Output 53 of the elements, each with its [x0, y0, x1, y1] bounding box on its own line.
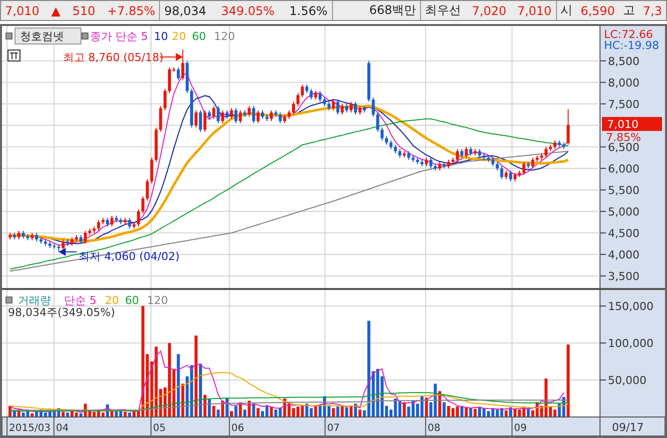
axis-label: 100,000	[608, 337, 654, 350]
date-label: 05	[152, 423, 166, 434]
legend-label: 20	[172, 30, 186, 43]
high-price-note: 최고 8,760 (05/18)	[62, 51, 164, 64]
legend-label: 20	[105, 294, 119, 307]
axis-label: 4,000	[608, 248, 640, 262]
stock-tab[interactable]: 청호컴넷	[14, 28, 82, 44]
ask-price: 7,020	[472, 4, 506, 18]
axis-label: 50,000	[608, 374, 646, 387]
legend-label: 120	[147, 294, 168, 307]
price-change: 510	[72, 4, 96, 18]
open-label: 시	[560, 2, 573, 19]
legend-label: 60	[125, 294, 139, 307]
axis-label: 5,500	[608, 184, 640, 197]
date-label: 08	[428, 423, 440, 434]
date-label: 04	[56, 423, 69, 434]
axis-label: 150,000	[608, 300, 654, 313]
up-mark: ▲	[51, 4, 60, 18]
axis-label: 5,000	[608, 205, 640, 218]
price-tag-value: 7,010	[607, 118, 638, 131]
low-price-note: 최저 4,060 (04/02)	[78, 250, 180, 263]
high-price: 7,3	[642, 4, 662, 18]
axis-label: 8,000	[608, 76, 640, 90]
current-price: 7,010	[5, 4, 40, 18]
axis-label: 4,500	[608, 226, 640, 240]
date-label: 09/17	[612, 421, 644, 434]
turnover-rate: 1.56%	[289, 4, 328, 18]
change-percent: +7.85%	[107, 4, 156, 18]
bid-price: 7,010	[517, 4, 552, 18]
hc-value: HC:-19.98	[604, 39, 660, 52]
legend-label: 단순 5	[64, 294, 96, 307]
axis-label: 8,500	[608, 54, 640, 68]
volume-ratio: 349.05%	[221, 4, 275, 18]
legend-label: 60	[192, 30, 206, 43]
lc-value: LC:72.66	[604, 28, 654, 41]
axis-label: 7,500	[608, 98, 640, 111]
legend-label: 거래량	[18, 294, 51, 307]
date-label: 2015/03	[9, 423, 51, 434]
chart-title: 청호컴넷	[20, 30, 64, 43]
high-label: 고	[622, 2, 635, 19]
best-quote-label: 최우선	[425, 2, 462, 19]
open-price: 6,590	[580, 4, 615, 18]
legend-label: 120	[214, 30, 235, 43]
legend-label: 종가 단순 5	[90, 30, 148, 43]
trade-amount: 668백만	[369, 2, 416, 19]
date-label: 09	[514, 423, 527, 434]
axis-label: 3,500	[608, 270, 640, 283]
trade-volume: 98,034	[164, 4, 206, 18]
legend-label: 10	[154, 30, 168, 43]
date-label: 07	[327, 423, 340, 434]
date-label: 06	[231, 423, 244, 434]
axis-label: 6,000	[608, 162, 640, 176]
volume-summary: 98,034주(349.05%)	[8, 306, 116, 319]
